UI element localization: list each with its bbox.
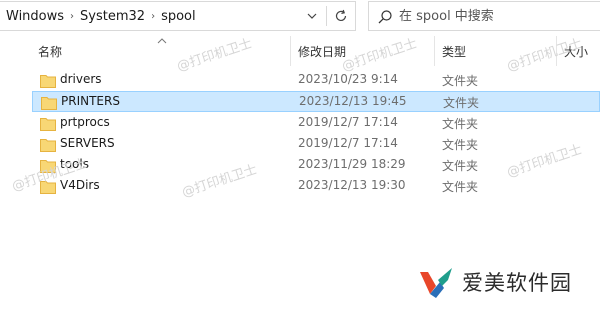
folder-icon — [40, 181, 56, 194]
column-header-size[interactable]: 大小 — [558, 36, 600, 66]
file-date: 2023/12/13 19:30 — [298, 178, 406, 192]
file-type: 文件夹 — [443, 96, 480, 110]
file-row-selected[interactable]: PRINTERS 2023/12/13 19:45 文件夹 — [32, 91, 600, 112]
file-date: 2023/12/13 19:45 — [299, 94, 407, 108]
breadcrumb-separator-icon[interactable]: › — [70, 11, 74, 22]
breadcrumb: Windows › System32 › spool — [6, 2, 196, 30]
file-date: 2023/11/29 18:29 — [298, 157, 406, 171]
refresh-icon[interactable] — [328, 2, 354, 30]
column-header-date[interactable]: 修改日期 — [292, 36, 432, 66]
file-name: V4Dirs — [60, 178, 100, 192]
column-header-type[interactable]: 类型 — [436, 36, 556, 66]
file-name: drivers — [60, 72, 102, 86]
file-name: prtprocs — [60, 115, 110, 129]
column-divider[interactable] — [556, 36, 557, 66]
file-row[interactable]: SERVERS 2019/12/7 17:14 文件夹 — [32, 134, 600, 155]
folder-icon — [40, 75, 56, 88]
column-header: 名称 修改日期 类型 大小 — [0, 36, 600, 66]
address-bar[interactable]: Windows › System32 › spool — [0, 1, 356, 31]
breadcrumb-item-windows[interactable]: Windows — [6, 9, 64, 24]
folder-icon — [41, 97, 57, 110]
file-row[interactable]: tools 2023/11/29 18:29 文件夹 — [32, 155, 600, 176]
search-icon — [378, 10, 392, 24]
column-divider[interactable] — [290, 36, 291, 66]
breadcrumb-item-spool[interactable]: spool — [161, 9, 196, 24]
folder-icon — [40, 139, 56, 152]
file-type: 文件夹 — [442, 180, 479, 194]
file-row[interactable]: V4Dirs 2023/12/13 19:30 文件夹 — [32, 176, 600, 197]
column-divider[interactable] — [434, 36, 435, 66]
file-type: 文件夹 — [442, 138, 479, 152]
divider — [326, 6, 327, 26]
brand-name: 爱美软件园 — [462, 271, 572, 295]
breadcrumb-separator-icon[interactable]: › — [151, 11, 155, 22]
column-header-name[interactable]: 名称 — [32, 36, 290, 66]
file-date: 2019/12/7 17:14 — [298, 136, 398, 150]
search-input[interactable] — [399, 7, 589, 25]
file-row[interactable]: prtprocs 2019/12/7 17:14 文件夹 — [32, 113, 600, 134]
brand-watermark: 爱美软件园 — [418, 264, 572, 300]
file-type: 文件夹 — [442, 159, 479, 173]
file-date: 2019/12/7 17:14 — [298, 115, 398, 129]
brand-logo-icon — [420, 268, 452, 298]
file-type: 文件夹 — [442, 117, 479, 131]
file-name: SERVERS — [60, 136, 115, 150]
file-type: 文件夹 — [442, 74, 479, 88]
search-box[interactable] — [368, 1, 600, 31]
file-date: 2023/10/23 9:14 — [298, 72, 398, 86]
chevron-down-icon[interactable] — [300, 2, 324, 30]
toolbar: Windows › System32 › spool — [0, 0, 600, 32]
file-row[interactable]: drivers 2023/10/23 9:14 文件夹 — [32, 70, 600, 91]
file-name: PRINTERS — [61, 94, 120, 108]
file-name: tools — [60, 157, 89, 171]
folder-icon — [40, 118, 56, 131]
breadcrumb-item-system32[interactable]: System32 — [80, 9, 145, 24]
folder-icon — [40, 160, 56, 173]
